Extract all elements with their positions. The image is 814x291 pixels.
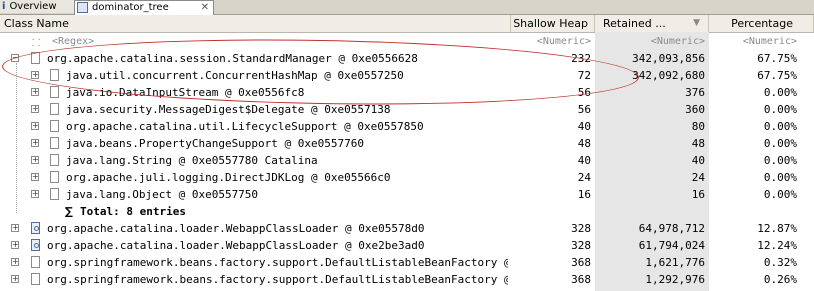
row-shallow-heap: 328	[571, 222, 591, 235]
table-row[interactable]: + java.lang.String @ 0xe0557780 Catalina…	[0, 152, 814, 169]
column-header-class-name[interactable]: Class Name	[0, 15, 511, 32]
tab-overview-label: Overview	[9, 1, 57, 12]
retained-filter-input[interactable]: <Numeric>	[595, 33, 705, 50]
editor-tab-bar: i Overview dominator_tree ✕	[0, 0, 814, 15]
table-row[interactable]: + java.util.concurrent.ConcurrentHashMap…	[0, 67, 814, 84]
row-shallow-heap: 48	[577, 137, 591, 150]
table-row[interactable]: + java.lang.Object @ 0xe0557750 16 16 0.…	[0, 186, 814, 203]
regex-filter-input[interactable]: <Regex>	[0, 33, 508, 50]
tab-overview[interactable]: i Overview	[0, 0, 75, 13]
row-shallow-heap: 40	[577, 154, 591, 167]
row-class-name: java.lang.String @ 0xe0557780 Catalina	[66, 154, 318, 167]
tree-icon	[77, 1, 88, 13]
table-row[interactable]: + org.springframework.beans.factory.supp…	[0, 254, 814, 271]
column-header-retained-label: Retained ...	[603, 17, 666, 30]
row-retained-heap: 16	[691, 188, 705, 201]
row-shallow-heap: 56	[577, 86, 591, 99]
table-row[interactable]: + java.security.MessageDigest$Delegate @…	[0, 101, 814, 118]
row-percentage: 0.26%	[763, 273, 797, 286]
table-row[interactable]: + java.beans.PropertyChangeSupport @ 0xe…	[0, 135, 814, 152]
shallow-filter-input[interactable]: <Numeric>	[511, 33, 591, 50]
row-percentage: 12.24%	[757, 239, 797, 252]
column-header-percentage[interactable]: Percentage	[709, 15, 814, 32]
row-class-name: java.security.MessageDigest$Delegate @ 0…	[66, 103, 391, 116]
row-shallow-heap: 24	[577, 171, 591, 184]
row-shallow-heap: 16	[577, 188, 591, 201]
table-row[interactable]: + org.springframework.beans.factory.supp…	[0, 271, 814, 288]
column-header-shallow-heap[interactable]: Shallow Heap	[511, 15, 595, 32]
row-class-name: java.lang.Object @ 0xe0557750	[66, 188, 259, 201]
row-retained-heap: 360	[685, 103, 705, 116]
row-percentage: 0.00%	[763, 103, 797, 116]
row-retained-heap: 342,093,856	[632, 52, 705, 65]
row-percentage: 67.75%	[757, 69, 797, 82]
row-class-name: org.springframework.beans.factory.suppor…	[47, 256, 508, 269]
row-class-name: org.springframework.beans.factory.suppor…	[47, 273, 508, 286]
row-retained-heap: 376	[685, 86, 705, 99]
row-class-name: org.apache.catalina.util.LifecycleSuppor…	[66, 120, 424, 133]
row-percentage: 0.00%	[763, 120, 797, 133]
row-retained-heap: 64,978,712	[638, 222, 705, 235]
table-row[interactable]: + org.apache.catalina.loader.WebappClass…	[0, 237, 814, 254]
row-percentage: 0.32%	[763, 256, 797, 269]
row-percentage: 0.00%	[763, 86, 797, 99]
row-percentage: 0.00%	[763, 171, 797, 184]
percentage-filter-input[interactable]: <Numeric>	[709, 33, 797, 50]
row-shallow-heap: 40	[577, 120, 591, 133]
sort-descending-icon: ▼	[693, 18, 700, 28]
table-header: Class Name Shallow Heap Retained ... ▼ P…	[0, 15, 814, 33]
row-retained-heap: 24	[691, 171, 705, 184]
row-retained-heap: 48	[691, 137, 705, 150]
row-shallow-heap: 368	[571, 273, 591, 286]
row-percentage: 0.00%	[763, 188, 797, 201]
total-row: ∑ Total: 8 entries	[0, 203, 814, 220]
table-row[interactable]: − org.apache.catalina.session.StandardMa…	[0, 50, 814, 67]
row-percentage: 12.87%	[757, 222, 797, 235]
filter-row: ⸬ <Regex> <Numeric> <Numeric> <Numeric>	[0, 33, 814, 50]
info-icon: i	[2, 1, 6, 12]
row-percentage: 0.00%	[763, 137, 797, 150]
close-icon[interactable]: ✕	[201, 1, 209, 14]
row-class-name: org.apache.catalina.loader.WebappClassLo…	[47, 222, 425, 235]
tab-dominator-tree-label: dominator_tree	[92, 2, 169, 13]
row-class-name: java.util.concurrent.ConcurrentHashMap @…	[66, 69, 404, 82]
row-class-name: org.apache.catalina.loader.WebappClassLo…	[47, 239, 425, 252]
row-retained-heap: 40	[691, 154, 705, 167]
row-shallow-heap: 56	[577, 103, 591, 116]
table-row[interactable]: + java.io.DataInputStream @ 0xe0556fc8 5…	[0, 84, 814, 101]
row-retained-heap: 61,794,024	[638, 239, 705, 252]
row-retained-heap: 80	[691, 120, 705, 133]
row-class-name: org.apache.juli.logging.DirectJDKLog @ 0…	[66, 171, 391, 184]
total-label: Total: 8 entries	[80, 205, 186, 218]
table-row[interactable]: + org.apache.catalina.loader.WebappClass…	[0, 220, 814, 237]
tab-dominator-tree[interactable]: dominator_tree ✕	[74, 0, 214, 15]
row-class-name: java.beans.PropertyChangeSupport @ 0xe05…	[66, 137, 365, 150]
regex-placeholder: <Regex>	[52, 36, 95, 47]
row-retained-heap: 342,092,680	[632, 69, 705, 82]
row-shallow-heap: 368	[571, 256, 591, 269]
table-row[interactable]: + org.apache.catalina.util.LifecycleSupp…	[0, 118, 814, 135]
row-shallow-heap: 232	[571, 52, 591, 65]
table-row[interactable]: + org.apache.juli.logging.DirectJDKLog @…	[0, 169, 814, 186]
row-retained-heap: 1,621,776	[645, 256, 705, 269]
row-retained-heap: 1,292,976	[645, 273, 705, 286]
row-class-name: java.io.DataInputStream @ 0xe0556fc8	[66, 86, 305, 99]
row-class-name: org.apache.catalina.session.StandardMana…	[47, 52, 418, 65]
row-shallow-heap: 328	[571, 239, 591, 252]
row-shallow-heap: 72	[577, 69, 591, 82]
column-header-retained-heap[interactable]: Retained ... ▼	[595, 15, 709, 32]
row-percentage: 0.00%	[763, 154, 797, 167]
row-percentage: 67.75%	[757, 52, 797, 65]
